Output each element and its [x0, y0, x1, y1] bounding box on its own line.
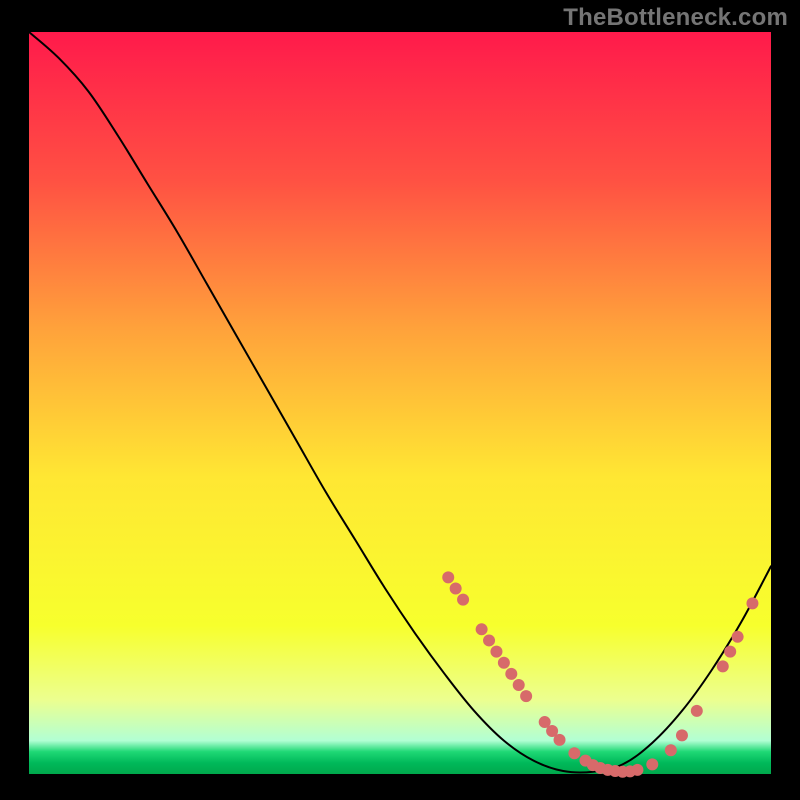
data-marker — [505, 668, 517, 680]
data-marker — [665, 744, 677, 756]
bottleneck-chart — [0, 0, 800, 800]
data-marker — [483, 634, 495, 646]
data-marker — [520, 690, 532, 702]
data-marker — [717, 660, 729, 672]
data-marker — [476, 623, 488, 635]
data-marker — [691, 705, 703, 717]
watermark-text: TheBottleneck.com — [563, 4, 788, 32]
data-marker — [676, 729, 688, 741]
data-marker — [732, 631, 744, 643]
data-marker — [746, 597, 758, 609]
data-marker — [568, 747, 580, 759]
data-marker — [724, 646, 736, 658]
chart-container: TheBottleneck.com — [0, 0, 800, 800]
data-marker — [554, 734, 566, 746]
data-marker — [450, 583, 462, 595]
data-marker — [498, 657, 510, 669]
data-marker — [490, 646, 502, 658]
data-marker — [646, 758, 658, 770]
data-marker — [457, 594, 469, 606]
data-marker — [513, 679, 525, 691]
plot-background — [29, 32, 771, 774]
data-marker — [442, 571, 454, 583]
data-marker — [631, 764, 643, 776]
